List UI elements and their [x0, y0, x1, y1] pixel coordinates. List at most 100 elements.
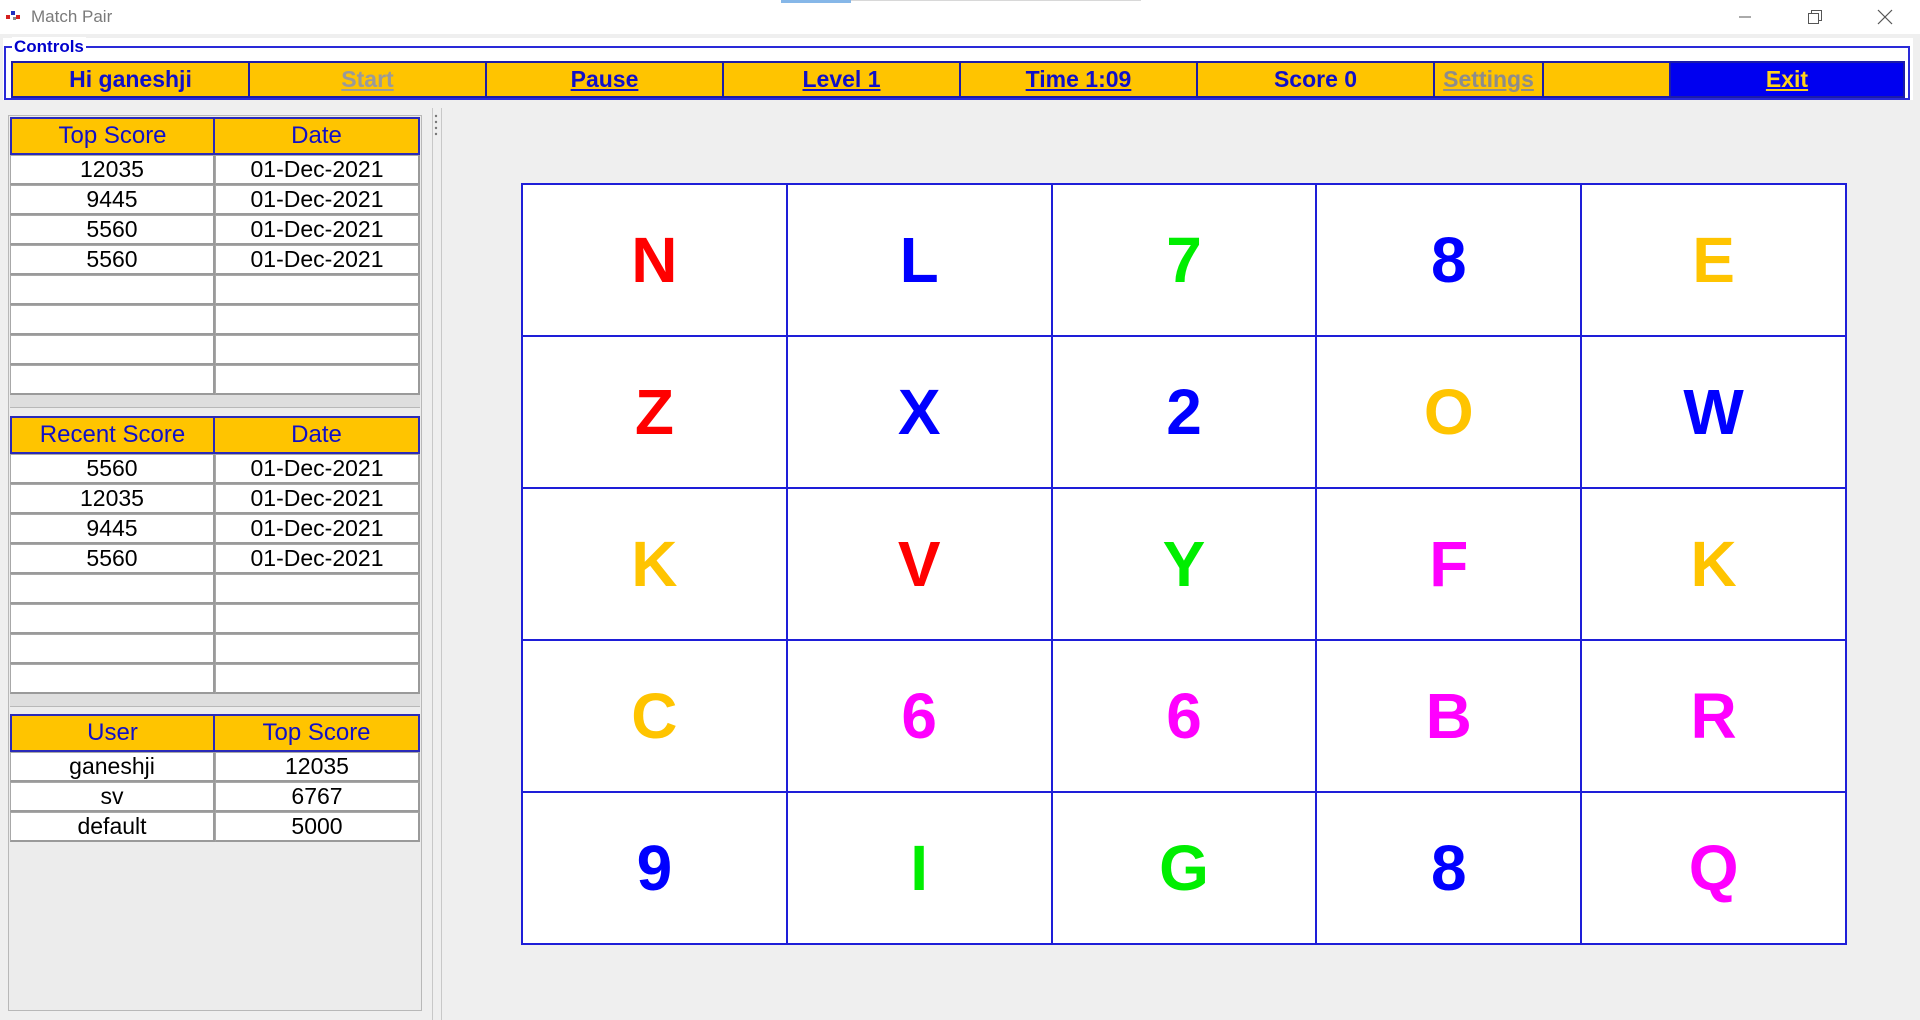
- board-tile[interactable]: Z: [521, 335, 788, 489]
- table-cell: 5560: [10, 454, 215, 484]
- controls-spacer: [1544, 61, 1669, 98]
- board-tile[interactable]: 2: [1050, 335, 1318, 489]
- table-cell: [215, 634, 420, 664]
- table-cell: 01-Dec-2021: [215, 514, 420, 544]
- table-row[interactable]: 12035 01-Dec-2021: [10, 155, 420, 185]
- board-tile[interactable]: K: [521, 487, 788, 641]
- table-cell: [215, 604, 420, 634]
- board-tile[interactable]: 8: [1315, 791, 1583, 945]
- column-header[interactable]: Recent Score: [10, 416, 215, 454]
- title-accent-bar: [781, 0, 851, 3]
- board-tile[interactable]: B: [1315, 639, 1583, 793]
- top-score-table: Top Score Date 12035 01-Dec-2021 9445 01-D…: [10, 117, 420, 408]
- close-button[interactable]: [1850, 0, 1920, 34]
- table-cell: 12035: [10, 155, 215, 185]
- board-tile[interactable]: 6: [1050, 639, 1318, 793]
- table-row[interactable]: 5560 01-Dec-2021: [10, 215, 420, 245]
- table-cell: 01-Dec-2021: [215, 454, 420, 484]
- table-cell: ganeshji: [10, 752, 215, 782]
- table-footer: [10, 395, 420, 408]
- table-row[interactable]: ganeshji 12035: [10, 752, 420, 782]
- table-row[interactable]: 12035 01-Dec-2021: [10, 484, 420, 514]
- table-cell: 12035: [10, 484, 215, 514]
- table-row[interactable]: 9445 01-Dec-2021: [10, 514, 420, 544]
- controls-legend: Controls: [12, 37, 86, 57]
- table-cell: [10, 604, 215, 634]
- time-display[interactable]: Time 1:09: [959, 61, 1196, 98]
- minimize-button[interactable]: [1710, 0, 1780, 34]
- column-header[interactable]: Date: [215, 117, 420, 155]
- board-tile[interactable]: I: [785, 791, 1053, 945]
- table-cell: 12035: [215, 752, 420, 782]
- table-cell: 01-Dec-2021: [215, 245, 420, 275]
- top-score-table-header: Top Score Date: [10, 117, 420, 155]
- table-cell: 5560: [10, 215, 215, 245]
- table-row[interactable]: [10, 305, 420, 335]
- table-cell: default: [10, 812, 215, 842]
- column-header[interactable]: User: [10, 714, 215, 752]
- table-cell: 9445: [10, 514, 215, 544]
- pause-button[interactable]: Pause: [485, 61, 722, 98]
- level-button[interactable]: Level 1: [722, 61, 959, 98]
- table-row[interactable]: [10, 365, 420, 395]
- game-board: N L 7 8 E Z X 2 O W K V Y F K C 6 6 B R …: [521, 183, 1847, 945]
- close-icon: [1877, 9, 1893, 25]
- table-row[interactable]: [10, 634, 420, 664]
- splitter-grip-icon[interactable]: [433, 112, 439, 142]
- table-cell: [10, 574, 215, 604]
- restore-button[interactable]: [1780, 0, 1850, 34]
- table-row[interactable]: [10, 574, 420, 604]
- table-row[interactable]: 5560 01-Dec-2021: [10, 544, 420, 574]
- board-tile[interactable]: 9: [521, 791, 788, 945]
- table-cell: 01-Dec-2021: [215, 185, 420, 215]
- board-tile[interactable]: X: [785, 335, 1053, 489]
- board-tile[interactable]: G: [1050, 791, 1318, 945]
- board-tile[interactable]: V: [785, 487, 1053, 641]
- board-tile[interactable]: C: [521, 639, 788, 793]
- user-table-header: User Top Score: [10, 714, 420, 752]
- column-header[interactable]: Top Score: [215, 714, 420, 752]
- table-cell: [215, 365, 420, 395]
- board-tile[interactable]: W: [1580, 335, 1847, 489]
- board-tile[interactable]: Y: [1050, 487, 1318, 641]
- table-cell: 6767: [215, 782, 420, 812]
- board-tile[interactable]: 6: [785, 639, 1053, 793]
- board-tile[interactable]: E: [1580, 183, 1847, 337]
- settings-button[interactable]: Settings: [1433, 61, 1544, 98]
- table-cell: 01-Dec-2021: [215, 215, 420, 245]
- table-row[interactable]: [10, 604, 420, 634]
- table-row[interactable]: 5560 01-Dec-2021: [10, 454, 420, 484]
- table-row[interactable]: sv 6767: [10, 782, 420, 812]
- table-row[interactable]: [10, 664, 420, 694]
- board-tile[interactable]: 8: [1315, 183, 1583, 337]
- table-row[interactable]: 9445 01-Dec-2021: [10, 185, 420, 215]
- table-row[interactable]: [10, 275, 420, 305]
- board-tile[interactable]: K: [1580, 487, 1847, 641]
- board-tile[interactable]: R: [1580, 639, 1847, 793]
- column-header[interactable]: Date: [215, 416, 420, 454]
- board-tile[interactable]: Q: [1580, 791, 1847, 945]
- exit-button[interactable]: Exit: [1669, 61, 1905, 98]
- panel-splitter[interactable]: [432, 108, 442, 1020]
- board-tile[interactable]: N: [521, 183, 788, 337]
- table-row[interactable]: 5560 01-Dec-2021: [10, 245, 420, 275]
- start-button[interactable]: Start: [248, 61, 485, 98]
- title-divider: [851, 0, 1141, 1]
- board-tile[interactable]: L: [785, 183, 1053, 337]
- board-tile[interactable]: O: [1315, 335, 1583, 489]
- table-row[interactable]: [10, 335, 420, 365]
- table-cell: [215, 664, 420, 694]
- table-row[interactable]: default 5000: [10, 812, 420, 842]
- user-table: User Top Score ganeshji 12035 sv 6767 defa…: [10, 714, 420, 842]
- table-cell: [215, 335, 420, 365]
- board-tile[interactable]: F: [1315, 487, 1583, 641]
- app-icon: [4, 6, 24, 22]
- controls-button-row: Hi ganeshji Start Pause Level 1 Time 1:0…: [11, 61, 1911, 98]
- minimize-icon: [1738, 10, 1752, 24]
- table-cell: 01-Dec-2021: [215, 544, 420, 574]
- table-cell: [10, 275, 215, 305]
- column-header[interactable]: Top Score: [10, 117, 215, 155]
- table-cell: 5560: [10, 544, 215, 574]
- board-tile[interactable]: 7: [1050, 183, 1318, 337]
- restore-icon: [1807, 9, 1823, 25]
